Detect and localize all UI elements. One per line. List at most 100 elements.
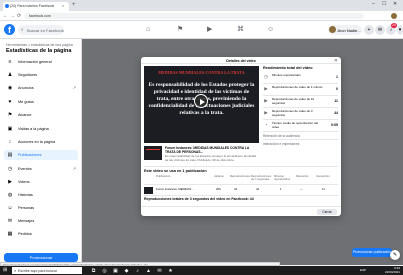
video-details-dialog: Detalles del video ✕ MEDIDAS MUNDIALES C… <box>141 57 341 216</box>
post-title[interactable]: Forum Instances: MEDIDAS MUNDIALES CONTR… <box>165 146 259 154</box>
maximize-icon[interactable]: ☐ <box>382 1 386 7</box>
sidebar-item-posts[interactable]: ▤ Publicaciones <box>4 150 78 160</box>
minimize-icon[interactable]: – <box>372 1 375 7</box>
file-explorer-icon[interactable]: ▣ <box>112 268 119 274</box>
metric-row: ▶ Reproducciones de video de 1 minuto 0 <box>263 85 338 94</box>
browser-address-bar: ← → ⟳ facebook.com <box>0 11 403 21</box>
back-icon[interactable]: ← <box>3 13 8 19</box>
people-icon: ☺ <box>7 205 13 211</box>
task-view-icon[interactable]: ⧉ <box>90 268 97 274</box>
sidebar-item-followers[interactable]: ♟ Seguidores <box>4 70 78 80</box>
create-plus-icon[interactable]: + <box>364 25 374 35</box>
sidebar-item-label: Visitas a la página <box>18 127 49 131</box>
sidebar-item-label: Seguidores <box>18 73 38 77</box>
sidebar-item-events[interactable]: ◷ Eventos ↗ <box>4 164 78 174</box>
taskbar-clock[interactable]: 9:49 22/04/2021 <box>374 266 400 274</box>
metric-row: ▶ Reproducciones de video de 3 segundos … <box>263 109 338 118</box>
sidebar-item-likes[interactable]: ♥ Me gusta <box>4 97 78 107</box>
keyboard-language[interactable]: ESP <box>360 268 366 273</box>
audience-retention-link[interactable]: Retención de la audiencia <box>263 134 300 138</box>
app-icon[interactable]: ◆ <box>123 268 130 274</box>
sidebar-item-label: Mensajes <box>18 219 35 223</box>
table-row[interactable]: Forum Instances: MEDIDAS... 209 44 44 1 … <box>144 184 338 196</box>
table-cell: 11 <box>322 187 325 191</box>
followers-icon: ♟ <box>7 72 13 78</box>
metric-label: Tiempo medio de reproducción del video <box>272 121 319 129</box>
messenger-icon[interactable]: ✉ <box>375 25 385 35</box>
tab-close-icon[interactable]: × <box>62 3 64 8</box>
notifications-count-badge: 20 <box>391 23 397 28</box>
facebook-logo-icon[interactable]: f <box>4 24 15 35</box>
browser-tab[interactable]: (20) Para máximo Facebook <box>3 2 69 11</box>
divider <box>263 107 338 108</box>
reload-icon[interactable]: ⟳ <box>17 13 21 19</box>
post-thumbnail <box>144 187 153 194</box>
divider <box>263 83 338 84</box>
compose-icon[interactable]: ✎ <box>390 250 400 260</box>
marketplace-icon[interactable]: ⌘ <box>237 26 244 34</box>
sidebar-item-messages[interactable]: ✉ Mensajes <box>4 216 78 226</box>
account-caret-icon[interactable]: ▾ <box>397 25 403 35</box>
table-cell: 209 <box>216 187 221 191</box>
sidebar-item-label: Información general <box>18 60 52 64</box>
metric-label: Reproducciones de video de 10 segundos <box>272 97 315 105</box>
post-preview[interactable]: Forum Instances: MEDIDAS MUNDIALES CONTR… <box>144 145 259 163</box>
reach-icon: ⚑ <box>7 112 13 118</box>
play-icon: ▶ <box>264 86 268 91</box>
sidebar-item-label: Videos <box>18 180 30 184</box>
sidebar-item-label: Alcance <box>18 113 32 117</box>
promote-button[interactable]: Promocionar <box>4 253 78 262</box>
sidebar-item-people[interactable]: ☺ Personas <box>4 203 78 213</box>
sidebar-item-page-views[interactable]: ▣ Visitas a la página <box>4 124 78 134</box>
like-icon: ♥ <box>8 99 12 105</box>
column-header: Publicación <box>156 174 171 178</box>
url-input[interactable]: facebook.com <box>24 13 364 19</box>
chrome-icon[interactable]: ◎ <box>101 268 108 274</box>
engagement-link[interactable]: Interacción e impresiones <box>263 142 299 146</box>
close-icon[interactable]: ✕ <box>334 58 338 64</box>
flag-icon[interactable]: ⚑ <box>177 26 183 34</box>
app-icon[interactable]: ★ <box>167 268 174 274</box>
sidebar-item-ads[interactable]: ◉ Anuncios ↗ <box>4 83 78 93</box>
app-icon[interactable]: ▲ <box>145 268 152 274</box>
sidebar-item-page-actions[interactable]: ↕ Acciones en la página <box>4 137 78 147</box>
groups-icon[interactable]: ☺ <box>267 26 274 34</box>
browser-profile-avatar[interactable] <box>391 13 397 19</box>
facebook-search-input[interactable]: ⌕ Buscar en Facebook <box>18 25 64 35</box>
sidebar-item-stories[interactable]: ◍ Historias <box>4 190 78 200</box>
sidebar-item-overview[interactable]: ≡ Información general <box>4 57 78 67</box>
dialog-title: Detalles del video <box>226 58 256 63</box>
sidebar-item-label: Pedidos <box>18 232 32 236</box>
taskbar-search-input[interactable]: ⌕ Escribe aquí para buscar <box>12 267 82 274</box>
divider <box>263 95 338 96</box>
sidebar-item-orders[interactable]: ▦ Pedidos <box>4 229 78 239</box>
windows-start-icon[interactable]: ⊞ <box>3 268 7 273</box>
table-cell: Forum Instances: MEDIDAS... <box>156 187 194 191</box>
close-button[interactable]: Cerrar <box>317 209 337 215</box>
dialog-header: Detalles del video ✕ <box>141 57 341 64</box>
promote-post-button[interactable]: Promocionar publicación <box>352 248 392 257</box>
mail-icon[interactable]: ✉ <box>156 268 163 274</box>
home-icon[interactable]: ⌂ <box>146 26 150 34</box>
events-icon: ◷ <box>7 166 13 172</box>
video-icon[interactable]: ▶ <box>207 26 212 34</box>
sidebar-item-videos[interactable]: ▶ Videos <box>4 177 78 187</box>
screen: (20) Para máximo Facebook × + – ☐ ✕ ← → … <box>0 0 403 275</box>
performance-title: Rendimiento total del video <box>263 66 313 70</box>
new-tab-icon[interactable]: + <box>72 2 76 9</box>
music-app-icon[interactable]: ♪ <box>134 268 141 274</box>
search-placeholder: Buscar en Facebook <box>27 28 64 33</box>
metric-label: Reproducciones de video de 1 minuto <box>272 85 323 89</box>
metric-label: Minutos reproducidos <box>272 73 301 77</box>
close-window-icon[interactable]: ✕ <box>393 1 397 7</box>
video-performance-panel: Rendimiento total del video ◷ Minutos re… <box>263 66 338 158</box>
play-icon[interactable] <box>194 94 208 108</box>
post-thumbnail <box>144 146 162 160</box>
video-player[interactable]: MEDIDAS MUNDIALES CONTRA LA TRATA Es res… <box>144 66 259 143</box>
metric-value: 11 <box>334 98 338 103</box>
profile-shortcut[interactable]: Jhon Nadie... <box>328 25 362 35</box>
forward-icon[interactable]: → <box>10 13 15 19</box>
stories-icon: ◍ <box>7 192 13 198</box>
insights-sidebar: Herramientas > estadísticas de una págin… <box>0 39 82 265</box>
sidebar-item-reach[interactable]: ⚑ Alcance <box>4 110 78 120</box>
